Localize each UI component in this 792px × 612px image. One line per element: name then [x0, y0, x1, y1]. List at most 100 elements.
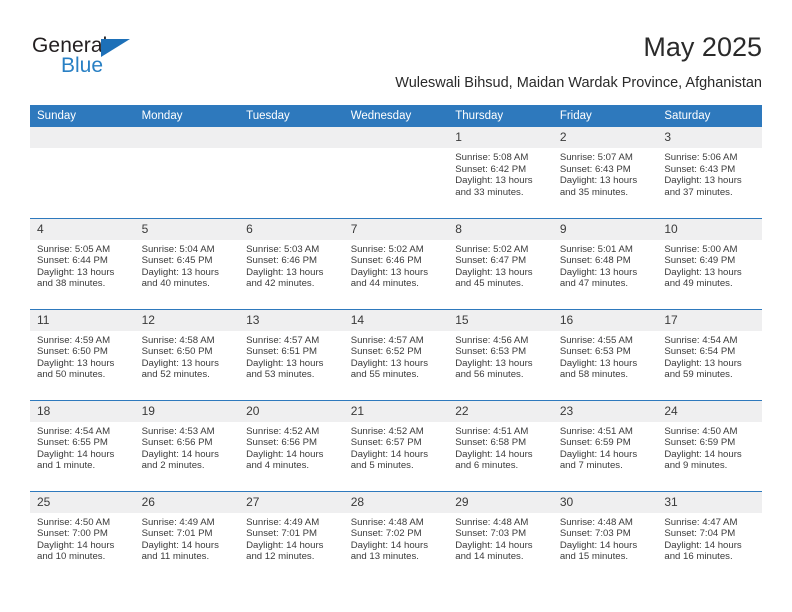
sunset-text: Sunset: 6:58 PM: [455, 437, 527, 449]
calendar-day-cell[interactable]: 17 Sunrise: 4:54 AM Sunset: 6:54 PM Dayligh…: [657, 308, 762, 400]
sunset-text: Sunset: 7:00 PM: [37, 528, 108, 540]
calendar-day-cell[interactable]: 27 Sunrise: 4:49 AM Sunset: 7:01 PM Dayligh…: [239, 490, 344, 582]
daylight-text: and 53 minutes.: [246, 369, 315, 381]
calendar-day-cell[interactable]: 1 Sunrise: 5:08 AM Sunset: 6:42 PM Daylight…: [448, 127, 553, 218]
sunrise-text: Sunrise: 4:51 AM: [559, 425, 633, 437]
daylight-text: Daylight: 13 hours: [664, 357, 742, 369]
sunrise-text: Sunrise: 4:59 AM: [37, 334, 111, 346]
sunrise-text: Sunrise: 4:55 AM: [559, 334, 633, 346]
day-details: Sunrise: 4:58 AM Sunset: 6:50 PM Daylight:…: [135, 331, 240, 381]
sunset-text: Sunset: 7:03 PM: [455, 528, 527, 540]
calendar-day-cell-empty: [30, 127, 135, 218]
sunrise-text: Sunrise: 5:05 AM: [37, 243, 111, 255]
sunrise-text: Sunrise: 4:50 AM: [664, 425, 738, 437]
sunrise-text: Sunrise: 4:48 AM: [559, 516, 633, 528]
day-number: 25: [30, 491, 135, 513]
calendar-day-cell[interactable]: 31 Sunrise: 4:47 AM Sunset: 7:04 PM Dayligh…: [657, 490, 762, 582]
calendar-day-cell-empty: [343, 127, 449, 218]
day-details: Sunrise: 4:50 AM Sunset: 7:00 PM Daylight:…: [30, 513, 135, 563]
day-details: Sunrise: 5:00 AM Sunset: 6:49 PM Daylight:…: [657, 240, 762, 290]
day-number: 29: [448, 491, 553, 513]
sunrise-text: Sunrise: 5:06 AM: [664, 152, 738, 163]
weekday-header-saturday: Saturday: [657, 105, 762, 127]
calendar-day-cell[interactable]: 19 Sunrise: 4:53 AM Sunset: 6:56 PM Dayligh…: [134, 399, 240, 491]
sunrise-text: Sunrise: 4:54 AM: [664, 334, 738, 346]
calendar-day-cell[interactable]: 30 Sunrise: 4:48 AM Sunset: 7:03 PM Dayligh…: [552, 490, 658, 582]
calendar-day-cell[interactable]: 18 Sunrise: 4:54 AM Sunset: 6:55 PM Dayligh…: [30, 399, 135, 491]
calendar-week-row: 18 Sunrise: 4:54 AM Sunset: 6:55 PM Dayligh…: [30, 399, 762, 491]
sunset-text: Sunset: 7:02 PM: [350, 528, 422, 540]
calendar-day-cell[interactable]: 10 Sunrise: 5:00 AM Sunset: 6:49 PM Dayligh…: [657, 217, 762, 309]
calendar-day-cell[interactable]: 6 Sunrise: 5:03 AM Sunset: 6:46 PM Daylight…: [239, 217, 344, 309]
sunrise-text: Sunrise: 5:08 AM: [455, 152, 529, 163]
sunset-text: Sunset: 6:42 PM: [455, 163, 527, 175]
day-number: 19: [134, 400, 240, 422]
calendar-day-cell[interactable]: 21 Sunrise: 4:52 AM Sunset: 6:57 PM Dayligh…: [343, 399, 449, 491]
calendar-day-cell[interactable]: 9 Sunrise: 5:01 AM Sunset: 6:48 PM Daylight…: [552, 217, 658, 309]
sunset-text: Sunset: 6:56 PM: [141, 437, 213, 449]
sunset-text: Sunset: 6:59 PM: [664, 437, 736, 449]
daylight-text: Daylight: 13 hours: [37, 266, 115, 278]
daylight-text: Daylight: 13 hours: [246, 357, 324, 369]
calendar-day-cell[interactable]: 13 Sunrise: 4:57 AM Sunset: 6:51 PM Dayligh…: [239, 308, 344, 400]
day-number: 31: [657, 491, 762, 513]
calendar-day-cell[interactable]: 29 Sunrise: 4:48 AM Sunset: 7:03 PM Dayligh…: [448, 490, 553, 582]
calendar-day-cell[interactable]: 22 Sunrise: 4:51 AM Sunset: 6:58 PM Dayligh…: [448, 399, 553, 491]
sunrise-sunset-calendar: Sunday Monday Tuesday Wednesday Thursday…: [30, 105, 762, 582]
weekday-header-row: Sunday Monday Tuesday Wednesday Thursday…: [30, 105, 762, 127]
day-number: 30: [552, 491, 658, 513]
calendar-day-cell[interactable]: 11 Sunrise: 4:59 AM Sunset: 6:50 PM Dayligh…: [30, 308, 135, 400]
calendar-day-cell[interactable]: 2 Sunrise: 5:07 AM Sunset: 6:43 PM Daylight…: [552, 127, 658, 218]
daylight-text: and 12 minutes.: [246, 551, 315, 563]
calendar-day-cell[interactable]: 24 Sunrise: 4:50 AM Sunset: 6:59 PM Dayligh…: [657, 399, 762, 491]
day-details: Sunrise: 5:08 AM Sunset: 6:42 PM Daylight:…: [448, 148, 553, 198]
calendar-day-cell[interactable]: 3 Sunrise: 5:06 AM Sunset: 6:43 PM Daylight…: [657, 127, 762, 218]
sunrise-text: Sunrise: 5:02 AM: [350, 243, 424, 255]
weekday-header-wednesday: Wednesday: [343, 105, 449, 127]
sunrise-text: Sunrise: 5:07 AM: [559, 152, 633, 163]
daylight-text: and 56 minutes.: [455, 369, 524, 381]
calendar-day-cell[interactable]: 26 Sunrise: 4:49 AM Sunset: 7:01 PM Dayligh…: [134, 490, 240, 582]
calendar-day-cell[interactable]: 15 Sunrise: 4:56 AM Sunset: 6:53 PM Dayligh…: [448, 308, 553, 400]
calendar-day-cell[interactable]: 25 Sunrise: 4:50 AM Sunset: 7:00 PM Dayligh…: [30, 490, 135, 582]
daylight-text: and 10 minutes.: [37, 551, 106, 563]
day-number: 17: [657, 309, 762, 331]
weekday-header-sunday: Sunday: [30, 105, 135, 127]
calendar-day-cell[interactable]: 14 Sunrise: 4:57 AM Sunset: 6:52 PM Dayligh…: [343, 308, 449, 400]
daylight-text: Daylight: 14 hours: [37, 448, 115, 460]
page-title: May 2025: [643, 32, 762, 62]
daylight-text: and 45 minutes.: [455, 278, 524, 290]
general-blue-logo[interactable]: General Blue: [32, 35, 162, 83]
calendar-day-cell[interactable]: 23 Sunrise: 4:51 AM Sunset: 6:59 PM Dayligh…: [552, 399, 658, 491]
day-details: Sunrise: 4:54 AM Sunset: 6:54 PM Daylight:…: [657, 331, 762, 381]
day-details: Sunrise: 4:49 AM Sunset: 7:01 PM Daylight:…: [239, 513, 344, 563]
day-number: [134, 127, 240, 148]
day-details: Sunrise: 4:54 AM Sunset: 6:55 PM Daylight:…: [30, 422, 135, 472]
calendar-day-cell[interactable]: 5 Sunrise: 5:04 AM Sunset: 6:45 PM Daylight…: [134, 217, 240, 309]
daylight-text: and 6 minutes.: [455, 460, 519, 472]
sunset-text: Sunset: 6:56 PM: [246, 437, 318, 449]
calendar-day-cell[interactable]: 12 Sunrise: 4:58 AM Sunset: 6:50 PM Dayligh…: [134, 308, 240, 400]
calendar-page: General Blue May 2025 Wuleswali Bihsud, …: [0, 0, 792, 612]
day-details: Sunrise: 5:02 AM Sunset: 6:47 PM Daylight:…: [448, 240, 553, 290]
logo-text-blue: Blue: [61, 54, 104, 77]
calendar-day-cell-empty: [134, 127, 240, 218]
daylight-text: Daylight: 13 hours: [455, 175, 533, 187]
daylight-text: and 7 minutes.: [559, 460, 623, 472]
day-number: 5: [134, 218, 240, 240]
daylight-text: Daylight: 14 hours: [37, 539, 115, 551]
calendar-day-cell[interactable]: 4 Sunrise: 5:05 AM Sunset: 6:44 PM Daylight…: [30, 217, 135, 309]
day-number: 27: [239, 491, 344, 513]
sunset-text: Sunset: 7:04 PM: [664, 528, 736, 540]
sunset-text: Sunset: 7:01 PM: [141, 528, 213, 540]
sunrise-text: Sunrise: 5:00 AM: [664, 243, 738, 255]
calendar-day-cell[interactable]: 7 Sunrise: 5:02 AM Sunset: 6:46 PM Daylight…: [343, 217, 449, 309]
weekday-header-friday: Friday: [552, 105, 658, 127]
daylight-text: and 5 minutes.: [350, 460, 414, 472]
calendar-day-cell[interactable]: 28 Sunrise: 4:48 AM Sunset: 7:02 PM Dayligh…: [343, 490, 449, 582]
calendar-day-cell[interactable]: 8 Sunrise: 5:02 AM Sunset: 6:47 PM Daylight…: [448, 217, 553, 309]
calendar-day-cell[interactable]: 16 Sunrise: 4:55 AM Sunset: 6:53 PM Dayligh…: [552, 308, 658, 400]
calendar-day-cell[interactable]: 20 Sunrise: 4:52 AM Sunset: 6:56 PM Dayligh…: [239, 399, 344, 491]
sunrise-text: Sunrise: 4:49 AM: [246, 516, 320, 528]
daylight-text: and 59 minutes.: [664, 369, 733, 381]
